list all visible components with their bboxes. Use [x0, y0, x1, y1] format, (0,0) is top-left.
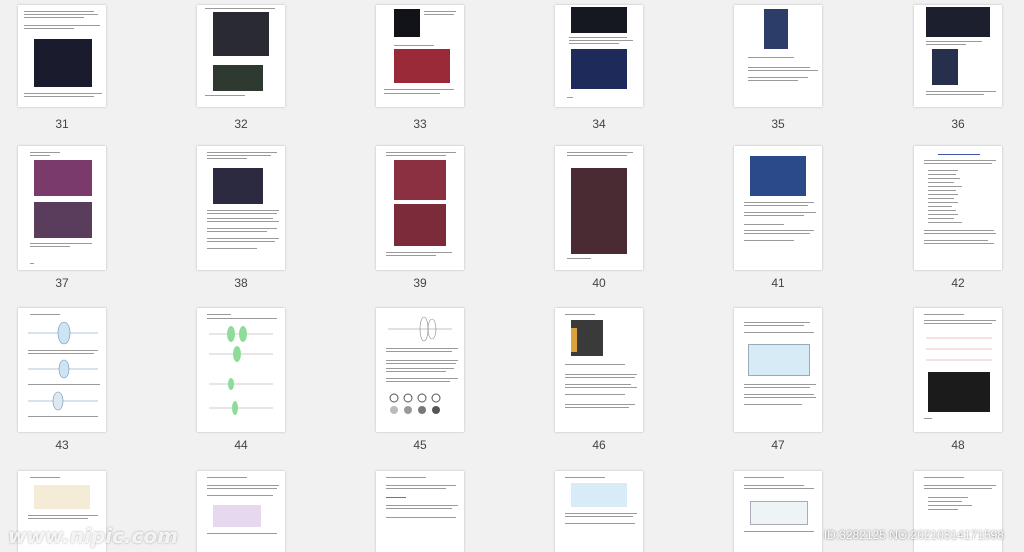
lens-diagram: [28, 321, 98, 345]
page-number: 32: [234, 117, 248, 131]
diagram-image: [571, 483, 627, 507]
observatory-sky-image: [750, 156, 806, 196]
diffraction-rings: [389, 393, 441, 414]
thumbnail-grid: 31 32 33 34 35 36 37 38 39 40 41 42 43 4…: [0, 0, 1024, 552]
lens-diagram: [209, 326, 273, 415]
page-number: 41: [771, 276, 785, 290]
page-number: 45: [413, 438, 427, 452]
nebula-image: [213, 168, 263, 204]
page-number: 35: [771, 117, 785, 131]
page-number: 37: [55, 276, 69, 290]
page-number: 42: [951, 276, 965, 290]
diagram-image: [750, 501, 808, 525]
page-number: 40: [592, 276, 606, 290]
horsehead-nebula-image: [394, 204, 446, 246]
milky-way-image: [932, 49, 958, 85]
lens-diagram: [28, 359, 98, 379]
diagram-image: [34, 485, 90, 509]
page-number: 44: [234, 438, 248, 452]
page-number: 46: [592, 438, 606, 452]
telescope-diagram: [388, 316, 452, 342]
orion-nebula-image: [34, 202, 92, 238]
page-number: 31: [55, 117, 69, 131]
page-number: 36: [951, 117, 965, 131]
page-number: 47: [771, 438, 785, 452]
lens-diagram: [28, 391, 98, 411]
watermark: www.nipic.com ID:3282125 NO:202103141715…: [0, 524, 1024, 552]
night-sky-image: [394, 9, 420, 37]
page-number: 48: [951, 438, 965, 452]
star-cluster-image: [764, 9, 788, 49]
galaxy-image: [213, 12, 269, 56]
aberration-image: [928, 372, 990, 412]
diagram-image: [213, 505, 261, 527]
landscape-image: [213, 65, 263, 91]
page-number: 43: [55, 438, 69, 452]
pleiades-image: [571, 49, 627, 89]
orion-nebula-image: [34, 160, 92, 196]
page-number: 38: [234, 276, 248, 290]
nebula-image: [571, 168, 627, 254]
watermark-site: www.nipic.com: [8, 524, 178, 548]
page-number: 33: [413, 117, 427, 131]
sky-image: [926, 7, 990, 37]
page-number: 39: [413, 276, 427, 290]
watermark-id: ID:3282125 NO:20210314171598: [823, 528, 1004, 542]
star-image: [571, 7, 627, 33]
horsehead-nebula-image: [394, 160, 446, 200]
nebula-image: [394, 49, 450, 83]
ray-diagram: [926, 337, 992, 361]
page-number: 34: [592, 117, 606, 131]
star-field-image: [34, 39, 92, 87]
optical-diagram: [748, 344, 810, 376]
camera-part: [571, 328, 577, 352]
